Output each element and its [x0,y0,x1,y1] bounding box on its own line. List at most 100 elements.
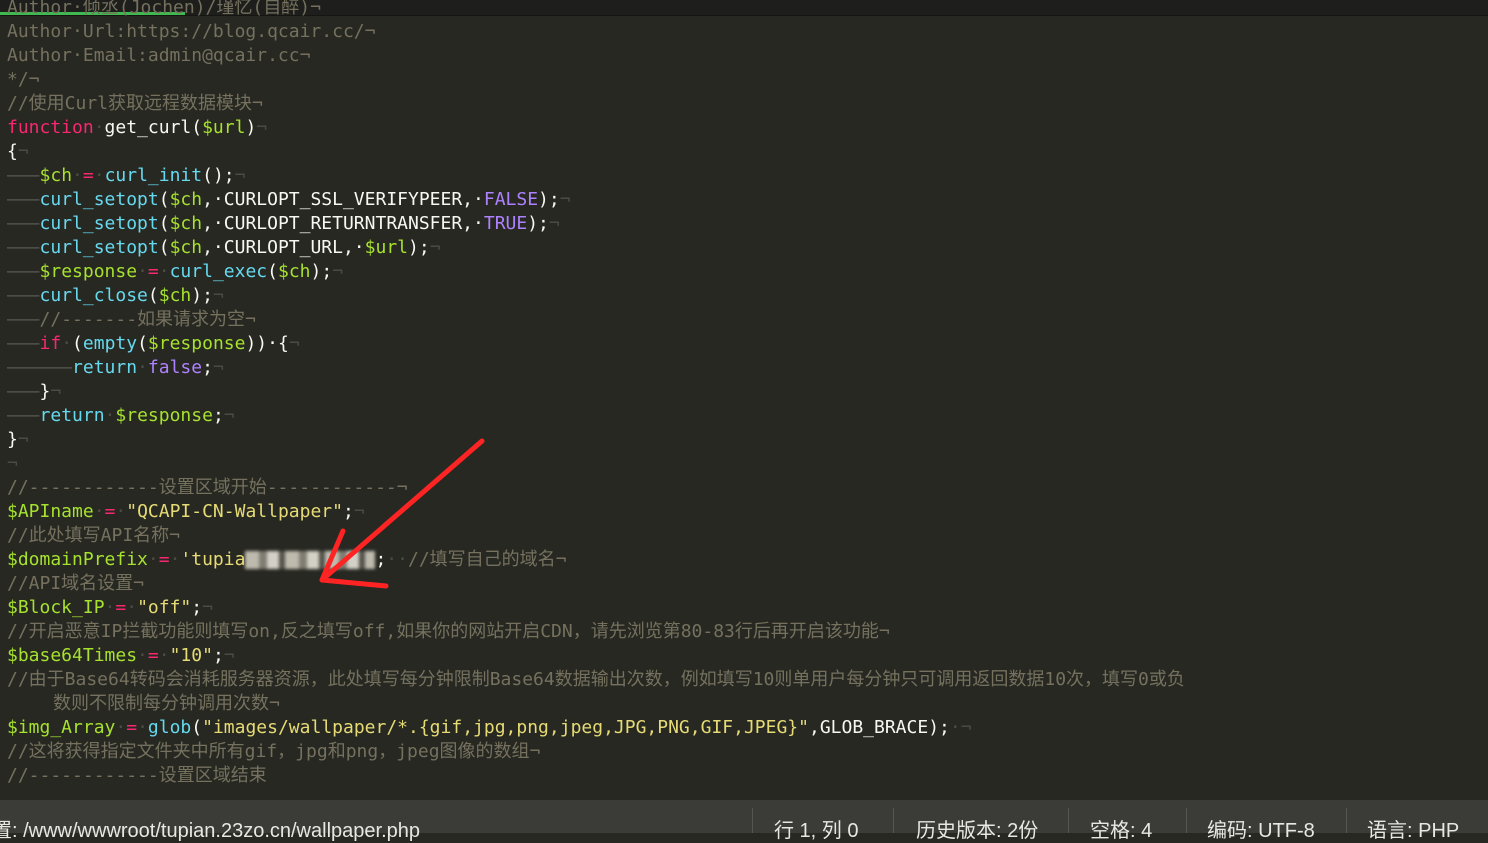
code-token: · [61,333,73,354]
code-lines[interactable]: Author·倾丞(Jochen)/瑾忆(自醉)¬ Author·Url:http… [7,0,1478,788]
code-line[interactable]: ——————return·false;¬ [7,356,1478,380]
code-token: get_curl( [104,117,203,138]
code-line[interactable]: ———$ch·=·curl_init();¬ [7,164,1478,188]
code-token: "QCAPI-CN-Wallpaper" [126,501,343,522]
code-line[interactable]: ———return·$response;¬ [7,404,1478,428]
code-line[interactable]: ———curl_setopt($ch,·CURLOPT_SSL_VERIFYPE… [7,188,1478,212]
code-token: } [39,381,51,402]
code-token: · [115,717,127,738]
code-token: · [137,717,148,738]
code-token: · [115,501,127,522]
code-line[interactable]: //开启恶意IP拦截功能则填写on,反之填写off,如果你的网站开启CDN，请先… [7,620,1478,644]
code-token: ¬ [256,117,268,138]
code-token: = [82,165,94,186]
code-line[interactable]: ¬ [7,452,1478,476]
code-line[interactable]: ———}¬ [7,380,1478,404]
code-token: ); [527,213,549,234]
code-token: ——— [7,237,40,258]
code-line[interactable]: Author·Url:https://blog.qcair.cc/¬ [7,20,1478,44]
code-token: · [104,597,116,618]
code-token: · [104,405,116,426]
code-token: ¬ [7,453,18,474]
code-token: return [72,357,138,378]
code-line[interactable]: ———$response·=·curl_exec($ch);¬ [7,260,1478,284]
code-token: ¬ [288,333,300,354]
code-line[interactable]: //API域名设置¬ [7,572,1478,596]
code-line[interactable]: //由于Base64转码会消耗服务器资源，此处填写每分钟限制Base64数据输出… [7,668,1478,716]
code-token: $APIname [7,501,94,522]
code-token: //使用Curl获取远程数据模块¬ [7,93,263,114]
code-token: $url [364,237,409,258]
code-token: function [7,117,94,138]
code-line[interactable]: //这将获得指定文件夹中所有gif，jpg和png，jpeg图像的数组¬ [7,740,1478,764]
code-line[interactable]: {¬ [7,140,1478,164]
separator [752,808,753,833]
code-line[interactable]: //------------设置区域开始------------¬ [7,476,1478,500]
code-token: ——— [7,309,40,330]
code-line[interactable]: $APIname·=·"QCAPI-CN-Wallpaper";¬ [7,500,1478,524]
code-token: glob [147,717,192,738]
code-token: ¬ [17,429,29,450]
code-token: —————— [7,357,73,378]
code-token: "10" [169,645,213,666]
code-token: $ch [158,285,192,306]
separator [1346,808,1347,833]
code-line[interactable]: ———curl_setopt($ch,·CURLOPT_URL,·$url);¬ [7,236,1478,260]
code-line[interactable]: Author·倾丞(Jochen)/瑾忆(自醉)¬ [7,0,1478,20]
code-line[interactable]: function·get_curl($url)¬ [7,116,1478,140]
code-token: ·¬ [949,717,972,738]
code-token: ( [72,333,83,354]
language-mode[interactable]: 语言: PHP [1367,814,1459,843]
code-token: ¬ [234,165,246,186]
code-token: ( [137,333,148,354]
code-line[interactable]: */¬ [7,68,1478,92]
indent-spaces[interactable]: 空格: 4 [1090,814,1152,843]
code-token: ( [158,189,170,210]
cursor-position[interactable]: 行 1, 列 0 [774,814,858,843]
code-token: ( [267,261,278,282]
code-token: ¬ [223,405,235,426]
code-line[interactable]: ———curl_setopt($ch,·CURLOPT_RETURNTRANSF… [7,212,1478,236]
code-line[interactable]: Author·Email:admin@qcair.cc¬ [7,44,1478,68]
code-token: · [72,165,83,186]
history-versions[interactable]: 历史版本: 2份 [916,814,1038,843]
code-token: ¬ [223,645,235,666]
code-line[interactable]: //------------设置区域结束 [7,764,1478,788]
code-token: · [137,261,148,282]
code-line[interactable]: ———if·(empty($response))·{¬ [7,332,1478,356]
code-token: $response [147,333,246,354]
code-line[interactable]: ———//-------如果请求为空¬ [7,308,1478,332]
code-token: ¬ [332,261,344,282]
code-line[interactable]: //使用Curl获取远程数据模块¬ [7,92,1478,116]
code-token: "off" [137,597,192,618]
code-token: //此处填写API名称¬ [7,525,181,546]
code-token: $response [39,261,138,282]
code-token: ); [191,285,213,306]
file-path[interactable]: 置: /www/wwwroot/tupian.23zo.cn/wallpaper… [0,814,420,843]
code-line[interactable]: //此处填写API名称¬ [7,524,1478,548]
code-line[interactable]: ———curl_close($ch);¬ [7,284,1478,308]
code-token: ; [342,501,354,522]
separator [1068,808,1069,833]
code-token: = [147,261,159,282]
code-token: //开启恶意IP拦截功能则填写on,反之填写off,如果你的网站开启CDN，请先… [7,621,890,642]
code-token: curl_close [39,285,148,306]
code-token: "images/wallpaper/*.{gif,jpg,png,jpeg,JP… [202,717,809,738]
code-token: if [39,333,62,354]
code-line[interactable]: $base64Times·=·"10";¬ [7,644,1478,668]
code-token: Author·Url:https://blog.qcair.cc/¬ [7,21,376,42]
code-line[interactable]: $Block_IP·=·"off";¬ [7,596,1478,620]
code-line[interactable]: $domainPrefix·=·'tupia ;··//填写自己的域名¬ [7,548,1478,572]
code-editor[interactable]: Author·倾丞(Jochen)/瑾忆(自醉)¬ Author·Url:http… [0,0,1488,800]
code-line-continuation: 数则不限制每分钟调用次数¬ [53,693,280,714]
code-token: ¬ [17,141,29,162]
code-token: ¬ [212,357,224,378]
file-encoding[interactable]: 编码: UTF-8 [1207,814,1315,843]
code-token: //由于Base64转码会消耗服务器资源，此处填写每分钟限制Base64数据输出… [7,669,1185,690]
code-line[interactable]: }¬ [7,428,1478,452]
code-token: ——— [7,261,40,282]
code-token: //这将获得指定文件夹中所有gif，jpg和png，jpeg图像的数组¬ [7,741,541,762]
code-token: return [39,405,105,426]
code-line[interactable]: $img_Array·=·glob("images/wallpaper/*.{g… [7,716,1478,740]
code-token: ,·CURLOPT_SSL_VERIFYPEER,· [202,189,484,210]
